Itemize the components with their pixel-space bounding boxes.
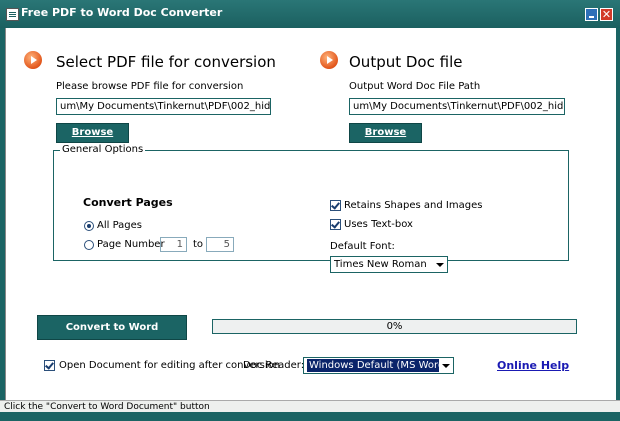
- page-number-radio[interactable]: [84, 240, 94, 250]
- pdf-path-field[interactable]: um\My Documents\Tinkernut\PDF\002_hide_f…: [56, 98, 271, 115]
- browse-pdf-label: Browse: [71, 127, 114, 138]
- doc-reader-label: Doc Reader:: [243, 360, 305, 371]
- input-path-label: Please browse PDF file for conversion: [56, 81, 244, 92]
- output-section-title: Output Doc file: [349, 53, 463, 71]
- input-section-title: Select PDF file for conversion: [56, 53, 276, 71]
- convert-pages-heading: Convert Pages: [83, 196, 173, 209]
- general-options-legend: General Options: [60, 144, 146, 155]
- output-path-label: Output Word Doc File Path: [349, 81, 481, 92]
- arrow-icon: [24, 51, 42, 69]
- chevron-down-icon[interactable]: [433, 258, 446, 271]
- app-window: Free PDF to Word Doc Converter ✕ Select …: [0, 0, 620, 421]
- minimize-button[interactable]: [585, 8, 598, 21]
- online-help-link[interactable]: Online Help: [497, 359, 569, 372]
- status-bar: Click the "Convert to Word Document" but…: [0, 400, 620, 412]
- default-font-label: Default Font:: [330, 241, 395, 252]
- window-bottom-border: [0, 412, 620, 421]
- uses-textbox-label[interactable]: Uses Text-box: [344, 219, 413, 230]
- all-pages-radio[interactable]: [84, 221, 94, 231]
- open-doc-checkbox[interactable]: [44, 360, 55, 371]
- page-to-field[interactable]: 5: [206, 237, 234, 252]
- page-number-label[interactable]: Page Number: [97, 239, 165, 250]
- browse-doc-button[interactable]: Browse: [349, 123, 422, 143]
- retain-shapes-checkbox[interactable]: [330, 200, 341, 211]
- doc-reader-select[interactable]: Windows Default (MS Word): [303, 357, 454, 374]
- default-font-select[interactable]: Times New Roman: [330, 256, 448, 273]
- status-text: Click the "Convert to Word Document" but…: [4, 402, 210, 412]
- uses-textbox-checkbox[interactable]: [330, 219, 341, 230]
- page-from-field[interactable]: 1: [160, 237, 187, 252]
- title-bar[interactable]: Free PDF to Word Doc Converter ✕: [0, 0, 620, 28]
- doc-reader-value: Windows Default (MS Word): [307, 359, 451, 372]
- all-pages-label[interactable]: All Pages: [97, 220, 142, 231]
- window-title: Free PDF to Word Doc Converter: [21, 6, 223, 19]
- doc-path-field[interactable]: um\My Documents\Tinkernut\PDF\002_hide_f…: [349, 98, 565, 115]
- convert-button[interactable]: Convert to Word Document: [37, 315, 187, 356]
- default-font-value: Times New Roman: [334, 259, 427, 270]
- chevron-down-icon[interactable]: [439, 359, 452, 372]
- browse-pdf-button[interactable]: Browse: [56, 123, 129, 143]
- progress-text: 0%: [386, 321, 403, 332]
- close-button[interactable]: ✕: [600, 8, 613, 21]
- to-label: to: [193, 239, 204, 250]
- browse-doc-label: Browse: [364, 127, 407, 138]
- retain-shapes-label[interactable]: Retains Shapes and Images: [344, 200, 482, 211]
- arrow-icon: [320, 51, 338, 69]
- conversion-progress-bar: 0%: [212, 319, 577, 334]
- app-icon: [6, 8, 19, 21]
